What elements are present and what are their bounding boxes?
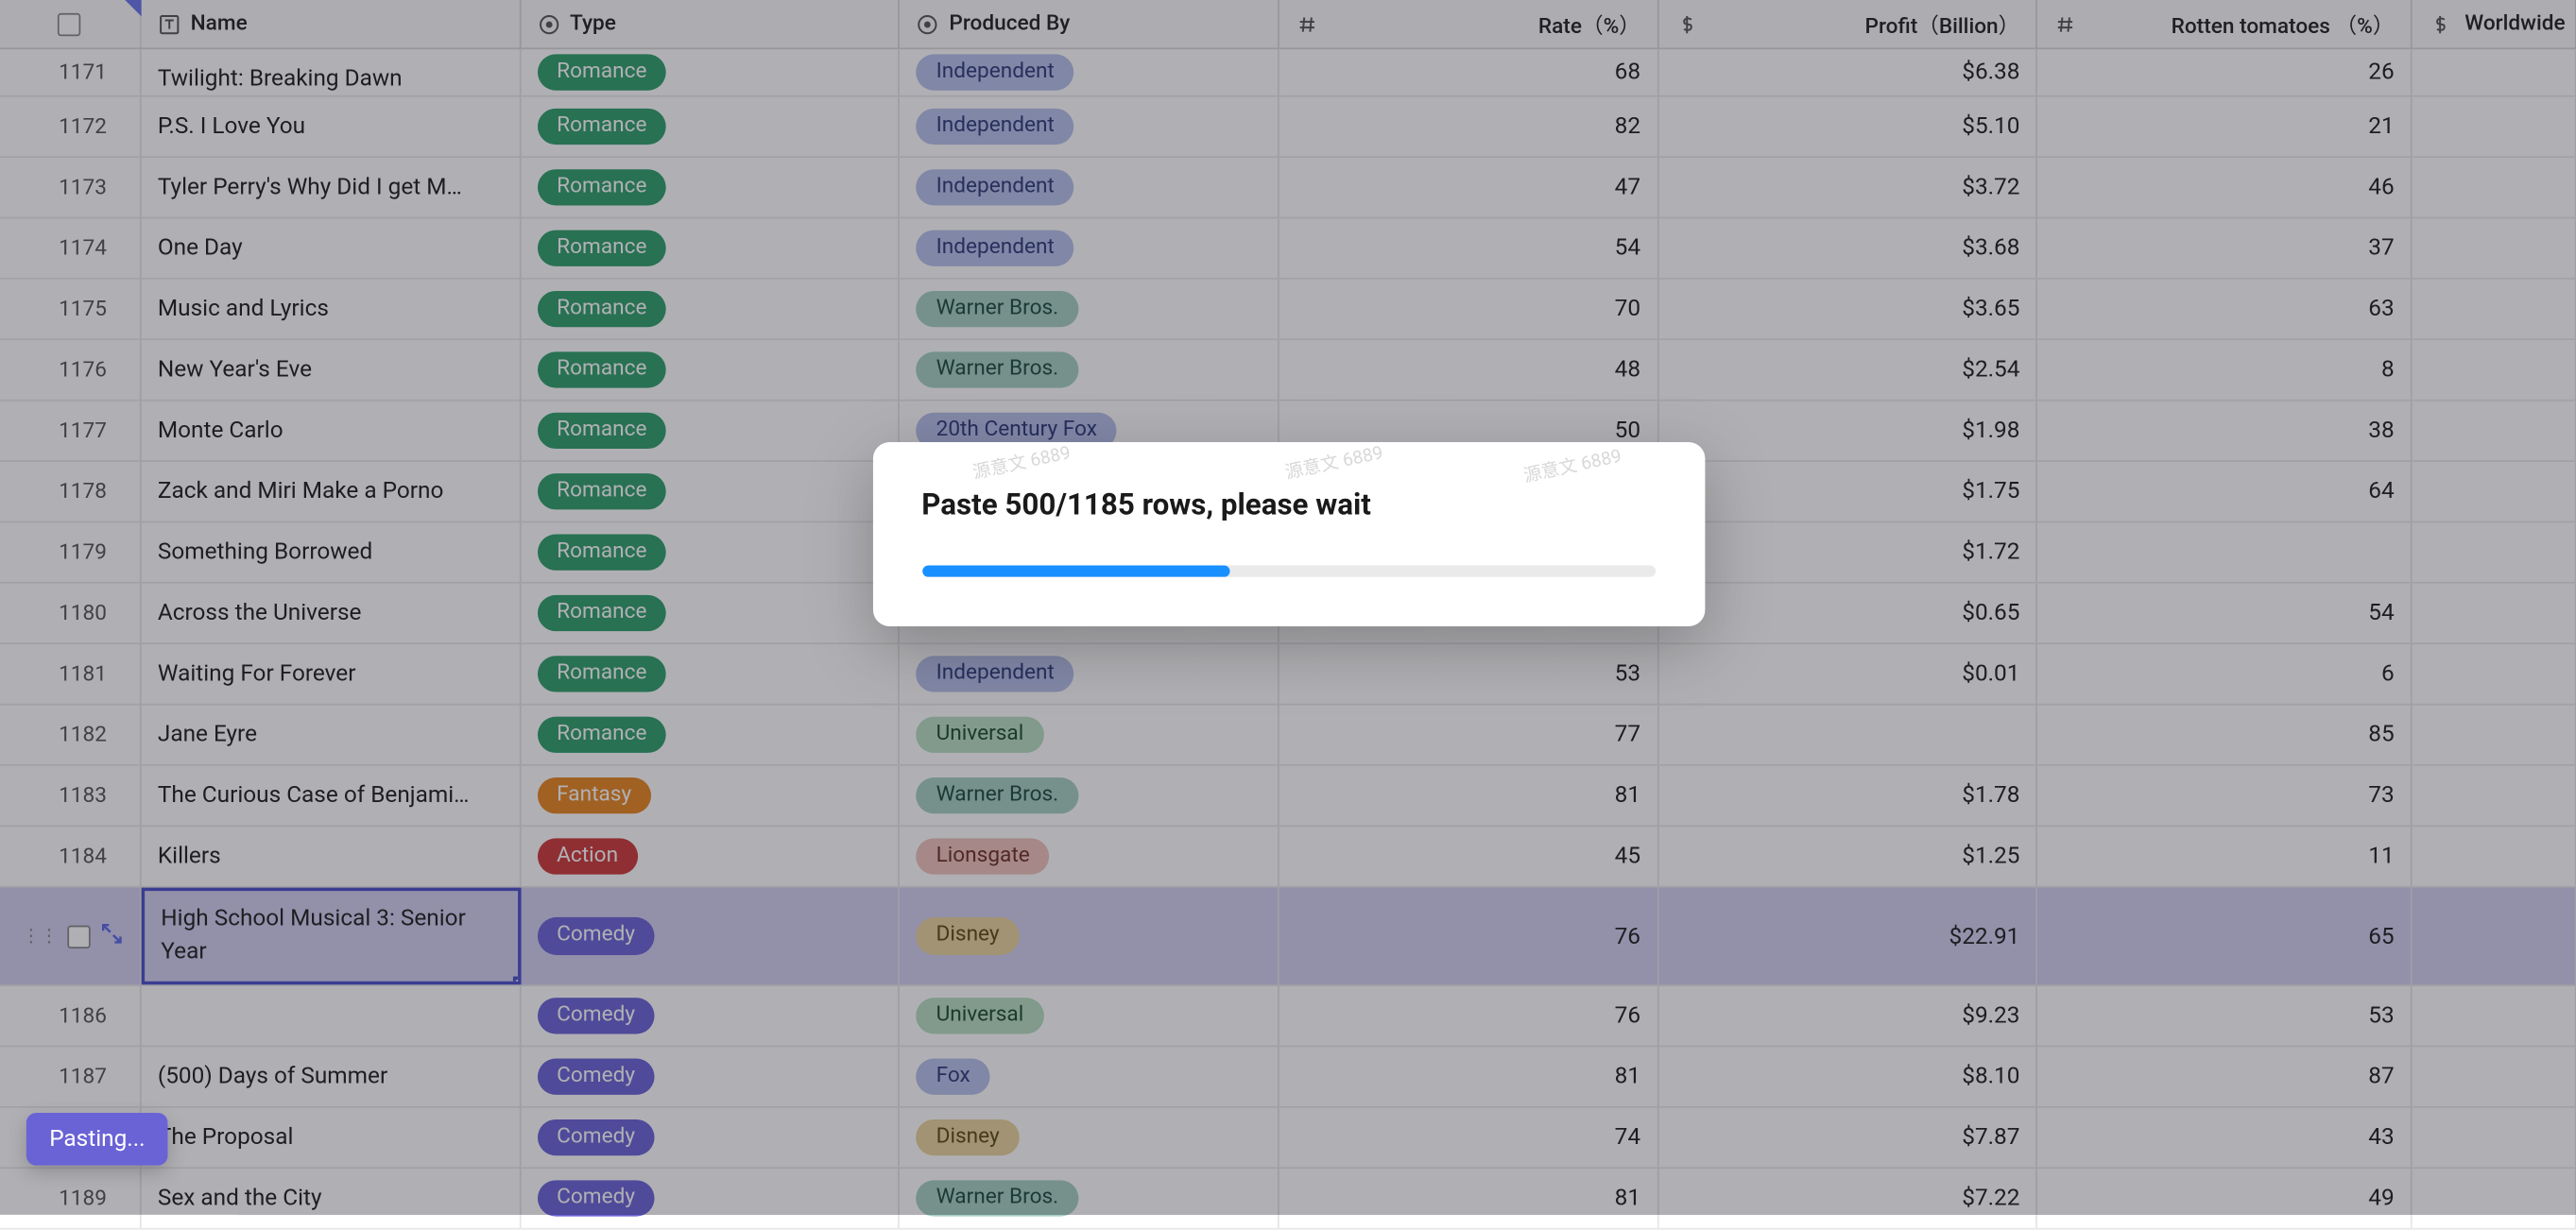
- progress-track: [921, 566, 1655, 577]
- modal-title: Paste 500/1185 rows, please wait: [921, 488, 1655, 523]
- watermark: 源意文 6889: [970, 439, 1073, 486]
- watermark: 源意文 6889: [1521, 442, 1624, 488]
- paste-progress-modal: 源意文 6889 源意文 6889 源意文 6889 Paste 500/118…: [872, 442, 1704, 626]
- watermark: 源意文 6889: [1281, 439, 1384, 486]
- pasting-toast: Pasting...: [26, 1113, 168, 1166]
- progress-bar: [921, 566, 1229, 577]
